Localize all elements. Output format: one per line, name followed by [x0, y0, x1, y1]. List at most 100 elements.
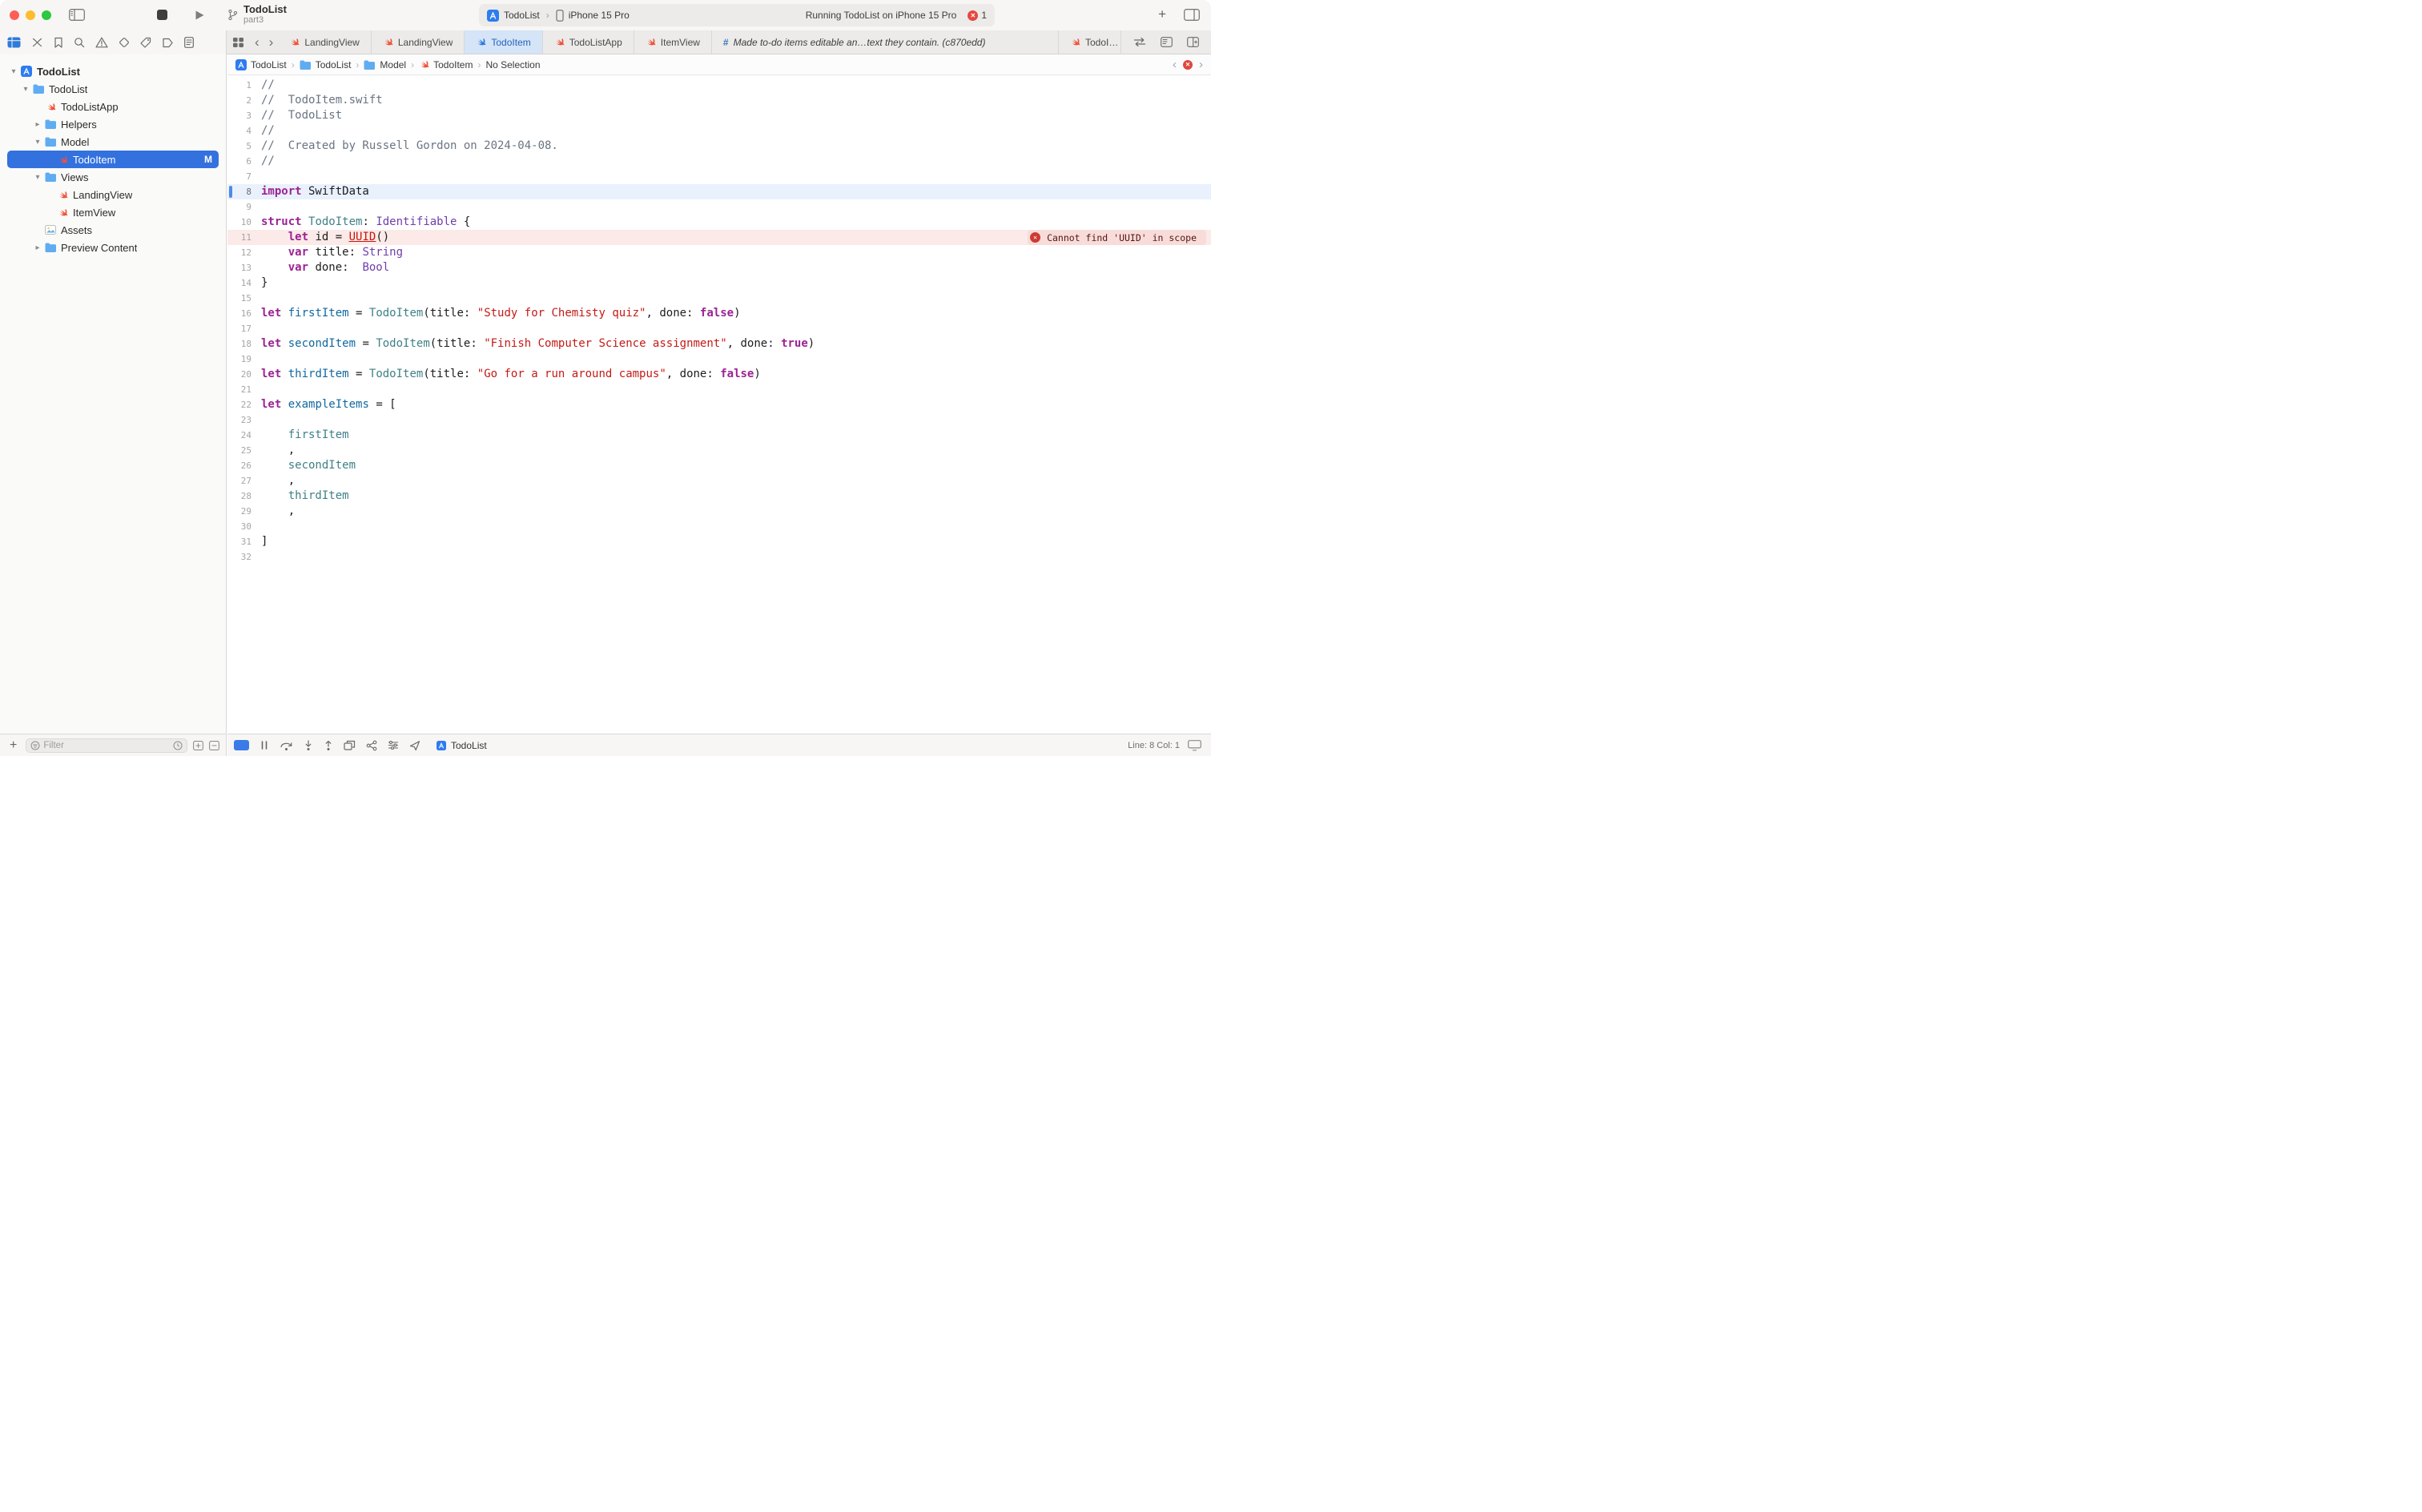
add-editor-icon[interactable] — [1181, 37, 1205, 47]
line-number[interactable]: 4 — [227, 123, 261, 139]
forward-button[interactable]: › — [264, 30, 279, 54]
zoom-window-button[interactable] — [42, 10, 51, 20]
minimize-window-button[interactable] — [26, 10, 35, 20]
error-banner[interactable]: ✕Cannot find 'UUID' in scope — [1028, 230, 1206, 245]
breakpoints-navigator-icon[interactable] — [162, 38, 174, 48]
line-number[interactable]: 31 — [227, 534, 261, 549]
simulate-location-icon[interactable] — [409, 740, 420, 751]
line-number[interactable]: 12 — [227, 245, 261, 260]
error-count-badge[interactable]: ✕ 1 — [968, 10, 987, 21]
code-text[interactable]: let thirdItem = TodoItem(title: "Go for … — [261, 367, 761, 382]
line-number[interactable]: 11 — [227, 230, 261, 245]
file-tree-item-todolist[interactable]: ▾TodoList — [7, 80, 219, 98]
tab-landingview[interactable]: LandingView — [372, 30, 465, 54]
activity-view[interactable]: TodoList › iPhone 15 Pro Running TodoLis… — [479, 4, 995, 26]
code-review-icon[interactable] — [1128, 37, 1152, 47]
filter-recent-icon[interactable] — [209, 741, 219, 750]
code-text[interactable]: var title: String — [261, 245, 403, 260]
file-tree-item-views[interactable]: ▾Views — [7, 168, 219, 186]
line-number[interactable]: 25 — [227, 443, 261, 458]
back-button[interactable]: ‹ — [250, 30, 264, 54]
step-over-icon[interactable] — [280, 740, 293, 751]
code-text[interactable]: let exampleItems = [ — [261, 397, 396, 412]
jumpbar-item-model[interactable]: Model — [364, 59, 406, 70]
toggle-inspector-icon[interactable] — [1184, 9, 1200, 21]
filter-input[interactable] — [43, 741, 170, 750]
tests-navigator-icon[interactable] — [119, 37, 130, 48]
disclosure-chevron[interactable]: ▸ — [32, 120, 43, 129]
jumpbar-item-todoitem[interactable]: TodoItem — [419, 59, 473, 70]
issues-navigator-icon[interactable] — [95, 37, 108, 48]
line-number[interactable]: 24 — [227, 428, 261, 443]
file-tree-item-assets[interactable]: Assets — [7, 221, 219, 239]
line-number[interactable]: 17 — [227, 321, 261, 336]
file-tree-item-preview-content[interactable]: ▸Preview Content — [7, 239, 219, 256]
code-text[interactable]: secondItem — [261, 458, 356, 473]
line-number[interactable]: 27 — [227, 473, 261, 489]
add-tab-button[interactable]: + — [1158, 6, 1166, 22]
previous-issue-button[interactable]: ‹ — [1173, 58, 1177, 70]
disclosure-chevron[interactable]: ▾ — [8, 67, 19, 76]
display-icon[interactable] — [1188, 740, 1201, 751]
environment-overrides-icon[interactable] — [388, 740, 399, 750]
next-issue-button[interactable]: › — [1199, 58, 1203, 70]
tab-todoitem[interactable]: TodoItem — [465, 30, 542, 54]
code-text[interactable]: , — [261, 473, 295, 489]
file-tree-item-model[interactable]: ▾Model — [7, 133, 219, 151]
tab-landingview[interactable]: LandingView — [278, 30, 372, 54]
step-into-icon[interactable] — [304, 740, 313, 751]
debug-target[interactable]: TodoList — [437, 740, 487, 751]
related-items-icon[interactable] — [227, 30, 250, 54]
code-text[interactable]: // — [261, 78, 275, 93]
scheme-info[interactable]: TodoList part3 — [227, 3, 287, 26]
editor-options-icon[interactable] — [1155, 37, 1178, 47]
line-number[interactable]: 8 — [227, 184, 261, 199]
disclosure-chevron[interactable]: ▾ — [32, 138, 43, 147]
line-number[interactable]: 21 — [227, 382, 261, 397]
line-number[interactable]: 14 — [227, 275, 261, 291]
line-number[interactable]: 32 — [227, 549, 261, 565]
code-text[interactable]: // — [261, 154, 275, 169]
memory-graph-icon[interactable] — [366, 740, 377, 751]
line-number[interactable]: 10 — [227, 215, 261, 230]
line-number[interactable]: 30 — [227, 519, 261, 534]
filter-modified-icon[interactable] — [193, 741, 203, 750]
code-text[interactable]: firstItem — [261, 428, 349, 443]
line-number[interactable]: 1 — [227, 78, 261, 93]
code-text[interactable]: // Created by Russell Gordon on 2024-04-… — [261, 139, 558, 154]
code-text[interactable]: struct TodoItem: Identifiable { — [261, 215, 470, 230]
stop-button[interactable] — [157, 10, 167, 20]
jumpbar-item-todolist[interactable]: TodoList — [235, 59, 287, 70]
reports-navigator-icon[interactable] — [184, 37, 194, 48]
project-navigator-icon[interactable] — [7, 37, 21, 48]
line-number[interactable]: 19 — [227, 352, 261, 367]
source-control-navigator-icon[interactable] — [31, 37, 43, 48]
close-window-button[interactable] — [10, 10, 19, 20]
file-tree-item-landingview[interactable]: LandingView — [7, 186, 219, 203]
file-tree-item-todoitem[interactable]: TodoItemM — [7, 151, 219, 168]
code-text[interactable]: var done: Bool — [261, 260, 389, 275]
recents-clock-icon[interactable] — [173, 741, 183, 750]
jumpbar-item-no-selection[interactable]: No Selection — [485, 59, 540, 70]
line-number[interactable]: 2 — [227, 93, 261, 108]
code-text[interactable]: import SwiftData — [261, 184, 369, 199]
line-number[interactable]: 15 — [227, 291, 261, 306]
code-text[interactable]: , — [261, 504, 295, 519]
tab-made-to-do-items-editable-an-t[interactable]: #Made to-do items editable an…text they … — [712, 30, 1059, 54]
bookmarks-navigator-icon[interactable] — [54, 37, 63, 48]
code-text[interactable]: thirdItem — [261, 489, 349, 504]
code-text[interactable]: let id = UUID() — [261, 230, 389, 245]
code-text[interactable]: } — [261, 275, 268, 291]
step-out-icon[interactable] — [324, 740, 333, 751]
code-text[interactable]: let secondItem = TodoItem(title: "Finish… — [261, 336, 815, 352]
filter-field[interactable] — [26, 738, 187, 753]
line-number[interactable]: 29 — [227, 504, 261, 519]
issue-indicator-icon[interactable]: ✕ — [1183, 60, 1193, 70]
line-number[interactable]: 7 — [227, 169, 261, 184]
line-number[interactable]: 23 — [227, 412, 261, 428]
file-tree-item-itemview[interactable]: ItemView — [7, 203, 219, 221]
line-number[interactable]: 22 — [227, 397, 261, 412]
disclosure-chevron[interactable]: ▾ — [20, 85, 31, 94]
line-number[interactable]: 5 — [227, 139, 261, 154]
code-text[interactable]: // TodoItem.swift — [261, 93, 383, 108]
